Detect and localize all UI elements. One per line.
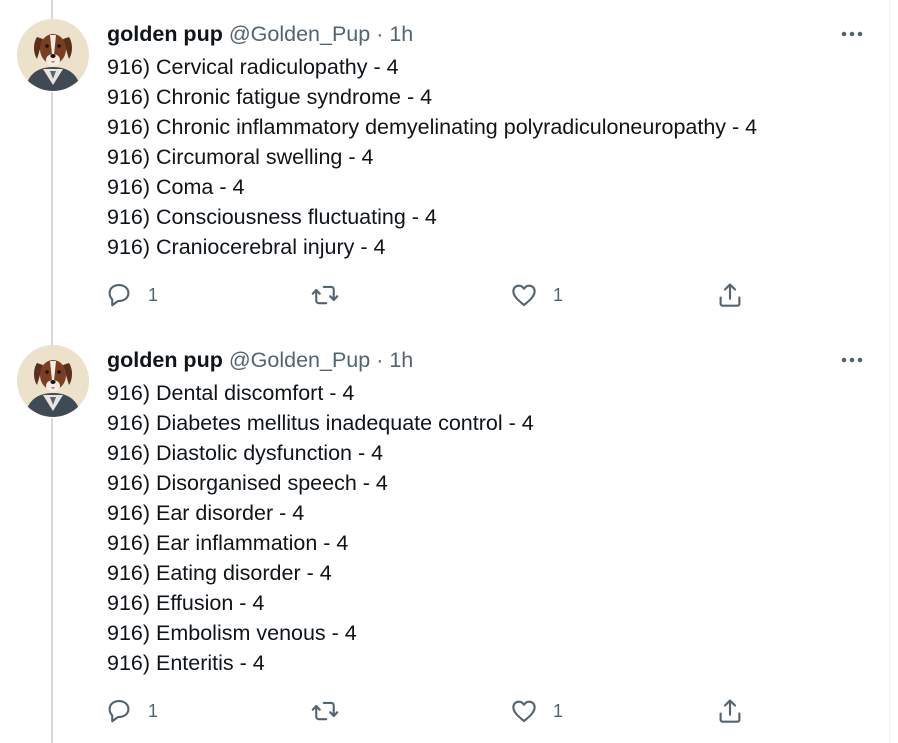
more-options-button[interactable] <box>838 350 866 370</box>
like-button[interactable]: 1 <box>509 695 563 727</box>
tweet-text-line: 916) Disorganised speech - 4 <box>107 471 388 495</box>
author-handle[interactable]: @Golden_Pup <box>229 22 370 46</box>
header-separator: · <box>376 348 384 372</box>
header-separator: · <box>376 22 384 46</box>
tweet-text-line: 916) Cervical radiculopathy - 4 <box>107 55 399 79</box>
more-dots-icon <box>841 357 863 363</box>
avatar[interactable] <box>17 19 89 91</box>
retweet-icon <box>311 285 339 305</box>
tweet[interactable]: golden pup @Golden_Pup · 1h 916) Cervica… <box>0 0 889 326</box>
heart-icon <box>512 700 536 723</box>
tweet-text-line: 916) Embolism venous - 4 <box>107 621 357 645</box>
tweet-header: golden pup @Golden_Pup · 1h <box>107 21 413 47</box>
tweet-text-line: 916) Consciousness fluctuating - 4 <box>107 205 437 229</box>
tweet-text-line: 916) Effusion - 4 <box>107 591 265 615</box>
author-name[interactable]: golden pup <box>107 348 223 372</box>
author-name[interactable]: golden pup <box>107 22 223 46</box>
retweet-button[interactable] <box>310 279 354 311</box>
tweet-timestamp[interactable]: 1h <box>389 22 413 46</box>
dog-portrait-avatar-icon <box>17 19 89 91</box>
tweet-text: 916) Dental discomfort - 4 916) Diabetes… <box>107 378 534 678</box>
avatar[interactable] <box>17 345 89 417</box>
share-icon <box>719 699 741 723</box>
tweet-text-line: 916) Chronic inflammatory demyelinating … <box>107 115 758 139</box>
tweet-timestamp[interactable]: 1h <box>389 348 413 372</box>
share-button[interactable] <box>715 279 745 311</box>
tweet-text-line: 916) Circumoral swelling - 4 <box>107 145 374 169</box>
like-count: 1 <box>553 284 564 305</box>
share-button[interactable] <box>715 695 745 727</box>
reply-button[interactable]: 1 <box>104 695 158 727</box>
retweet-icon <box>311 701 339 721</box>
more-dots-icon <box>841 31 863 37</box>
tweet-header: golden pup @Golden_Pup · 1h <box>107 347 413 373</box>
tweet-text-line: 916) Diabetes mellitus inadequate contro… <box>107 411 534 435</box>
retweet-button[interactable] <box>310 695 354 727</box>
reply-count: 1 <box>148 700 159 721</box>
share-icon <box>719 283 741 307</box>
heart-icon <box>512 284 536 307</box>
tweet-text-line: 916) Coma - 4 <box>107 175 245 199</box>
dog-portrait-avatar-icon <box>17 345 89 417</box>
tweet[interactable]: golden pup @Golden_Pup · 1h 916) Dental … <box>0 326 889 743</box>
tweet-text-line: 916) Diastolic dysfunction - 4 <box>107 441 384 465</box>
tweet-text-line: 916) Craniocerebral injury - 4 <box>107 235 386 259</box>
tweet-actions: 1 1 <box>104 279 764 311</box>
like-count: 1 <box>553 700 564 721</box>
tweet-text-line: 916) Ear disorder - 4 <box>107 501 305 525</box>
reply-icon <box>108 699 130 723</box>
tweet-text-line: 916) Eating disorder - 4 <box>107 561 332 585</box>
reply-count: 1 <box>148 284 159 305</box>
like-button[interactable]: 1 <box>509 279 563 311</box>
reply-icon <box>108 283 130 307</box>
tweet-text-line: 916) Enteritis - 4 <box>107 651 265 675</box>
reply-button[interactable]: 1 <box>104 279 158 311</box>
tweet-text-line: 916) Ear inflammation - 4 <box>107 531 349 555</box>
tweet-text-line: 916) Chronic fatigue syndrome - 4 <box>107 85 433 109</box>
author-handle[interactable]: @Golden_Pup <box>229 348 370 372</box>
tweet-text: 916) Cervical radiculopathy - 4 916) Chr… <box>107 52 757 262</box>
more-options-button[interactable] <box>838 24 866 44</box>
tweet-actions: 1 1 <box>104 695 764 727</box>
timeline-right-border <box>889 0 890 743</box>
tweet-text-line: 916) Dental discomfort - 4 <box>107 381 355 405</box>
